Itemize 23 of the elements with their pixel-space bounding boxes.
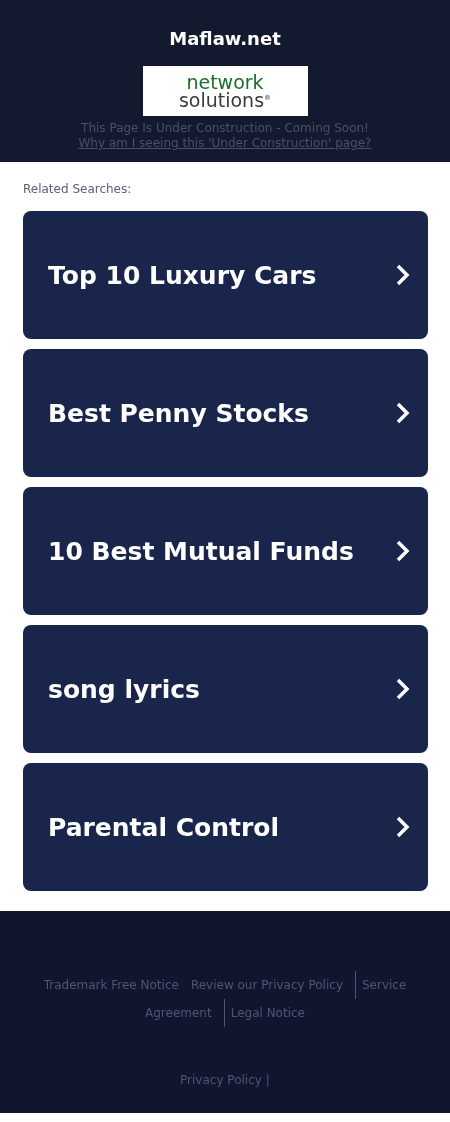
search-link-card[interactable]: song lyrics [23,625,428,753]
chevron-right-icon [396,678,410,700]
chevron-right-icon [396,540,410,562]
logo-text: solutions$^{®}$ [178,89,272,109]
footer-link[interactable]: Trademark Free Notice [37,971,185,999]
chevron-right-icon [396,264,410,286]
search-link-card[interactable]: 10 Best Mutual Funds [23,487,428,615]
footer-link[interactable]: Privacy Policy [180,1073,262,1087]
footer-link[interactable]: Service [355,971,413,999]
search-link-card[interactable]: Best Penny Stocks [23,349,428,477]
section-heading: Related Searches: [23,182,133,196]
chevron-right-icon [396,402,410,424]
separator-text: | [265,1073,270,1087]
footer-link[interactable]: Review our Privacy Policy [184,971,349,999]
site-title: Maflaw.net [169,28,281,49]
logo-text: network [186,73,264,90]
search-link-card[interactable]: Top 10 Luxury Cars [23,211,428,339]
footer-link[interactable]: Agreement [139,999,218,1027]
footer-link[interactable]: Legal Notice [223,999,311,1027]
construction-notice: This Page Is Under Construction - Coming Soon! [81,121,369,135]
info-link[interactable]: Why am I seeing this 'Under Construction' page? [78,136,372,150]
chevron-right-icon [396,816,410,838]
search-link-card[interactable]: Parental Control [23,763,428,891]
